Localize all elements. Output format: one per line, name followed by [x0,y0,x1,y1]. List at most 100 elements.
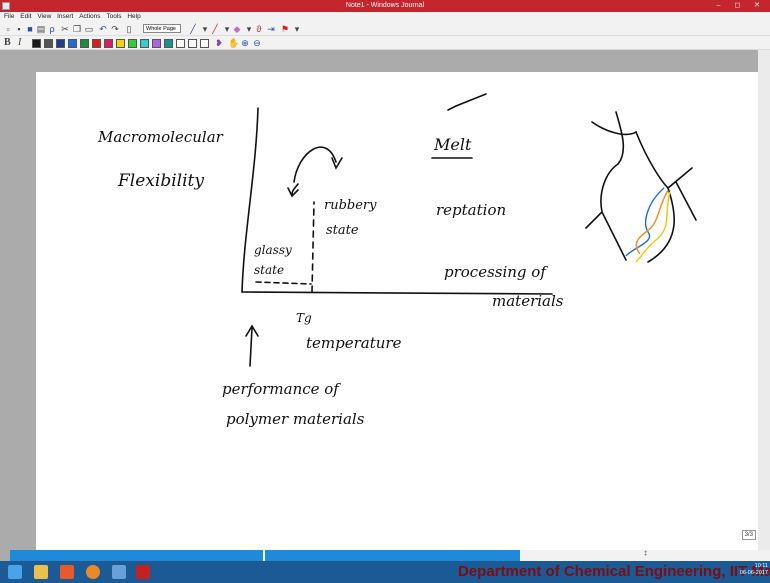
menu-insert[interactable]: Insert [57,13,73,20]
highlighter-yellow[interactable] [116,39,125,48]
chain-right-tail [675,181,697,221]
vertical-scrollbar[interactable] [758,50,770,550]
highlighter-green[interactable] [128,39,137,48]
clock-time: 10:11 [754,563,768,569]
flag-icon[interactable]: ⚑ [280,24,290,34]
print-icon[interactable]: ▤ [36,24,46,34]
save-icon[interactable]: ■ [25,24,35,34]
handwriting-canvas: Macromolecular Flexibility glassy state … [97,93,697,428]
flag-dropdown-icon[interactable]: ▾ [292,24,302,34]
transition-arrow-right [293,146,343,183]
open-icon[interactable]: ▪ [14,24,24,34]
journal-task-icon[interactable] [112,565,126,579]
format-toolbar: B I ❥ ✋ ⊕ ⊖ [0,36,770,50]
system-clock: 10:11 06-06-2017 [740,563,768,577]
menu-view[interactable]: View [37,13,51,20]
note-performance: performance of [222,380,341,398]
highlighter-icon[interactable]: ╱ [210,24,220,34]
cut-icon[interactable]: ✂ [60,24,70,34]
highlighter-dropdown-icon[interactable]: ▾ [222,24,232,34]
pen-color-blue[interactable] [68,39,77,48]
page-indicator: 3/3 [741,530,756,540]
reptation-tube-curves [625,187,671,263]
redo-icon[interactable]: ↷ [110,24,120,34]
page-tab-bar[interactable] [10,550,520,561]
glassy-underline [255,281,312,285]
tg-dashed-line [311,201,315,293]
firefox-icon[interactable] [86,565,100,579]
window-title: Note1 - Windows Journal [345,2,425,9]
transition-arrow-left [287,183,299,198]
menu-help[interactable]: Help [127,13,140,20]
pen-dropdown-icon[interactable]: ▾ [200,24,210,34]
page-tab-divider [263,550,265,561]
note-reptation: reptation [436,201,506,219]
pan-hand-icon[interactable]: ✋ [228,38,239,48]
highlighter-violet[interactable] [152,39,161,48]
pen-color-pink[interactable] [104,39,113,48]
eraser-dropdown-icon[interactable]: ▾ [244,24,254,34]
note-glassy: glassy [254,243,292,257]
ink-settings-icon[interactable]: ❥ [214,38,224,48]
search-icon[interactable]: ρ [47,24,57,34]
pen-color-red[interactable] [92,39,101,48]
undo-icon[interactable]: ↶ [98,24,108,34]
yellow-chain [635,191,671,263]
performance-arrow [245,324,259,367]
menu-bar: File Edit View Insert Actions Tools Help [0,12,770,22]
start-icon[interactable] [8,565,22,579]
highlighter-turquoise[interactable] [140,39,149,48]
title-bar: Note1 - Windows Journal – ◻ ✕ [0,0,770,12]
standard-toolbar: ▫ ▪ ■ ▤ ρ ✂ ❐ ▭ ↶ ↷ ▯ Whole Page ╱ ▾ ╱ ▾… [0,22,770,36]
insert-space-icon[interactable]: ⇥ [266,24,276,34]
acrobat-icon[interactable] [136,565,150,579]
horizontal-scroll-area[interactable]: ‡ [520,550,770,561]
menu-edit[interactable]: Edit [20,13,31,20]
paste-icon[interactable]: ▭ [84,24,94,34]
zoom-dropdown[interactable]: Whole Page [143,24,181,33]
eraser-icon[interactable]: ◆ [232,24,242,34]
chain-top [591,111,637,165]
new-note-icon[interactable]: ▫ [3,24,13,34]
pen-width-medium[interactable] [188,39,197,48]
zoom-out-icon[interactable]: ⊖ [252,38,262,48]
zoom-in-icon[interactable]: ⊕ [240,38,250,48]
chain-left [585,163,627,261]
pen-color-black[interactable] [32,39,41,48]
center-mark: ‡ [644,551,648,557]
page-view-icon[interactable]: ▯ [124,24,134,34]
bold-icon[interactable]: B [4,37,11,48]
pen-width-thick[interactable] [200,39,209,48]
pen-color-teal[interactable] [164,39,173,48]
note-macromolecular: Macromolecular [97,128,224,146]
note-rubbery-state: state [326,223,359,238]
blue-chain [625,187,665,257]
menu-actions[interactable]: Actions [79,13,100,20]
menu-tools[interactable]: Tools [106,13,121,20]
pen-icon[interactable]: ╱ [188,24,198,34]
pen-color-navy[interactable] [56,39,65,48]
note-temperature: temperature [306,334,402,352]
matlab-icon[interactable] [60,565,74,579]
pen-color-gray[interactable] [44,39,53,48]
note-melt: Melt [433,135,472,154]
note-glassy-state: state [254,263,284,277]
taskbar: Department of Chemical Engineering, IIT … [0,561,770,583]
note-materials: materials [492,292,564,310]
clock-date: 06-06-2017 [739,570,768,576]
pen-width-thin[interactable] [176,39,185,48]
lasso-icon[interactable]: ϑ [254,24,264,34]
note-processing: processing of [444,263,548,281]
menu-file[interactable]: File [4,13,14,20]
note-polymer-materials: polymer materials [226,410,365,428]
file-explorer-icon[interactable] [34,565,48,579]
note-flexibility: Flexibility [117,171,204,191]
note-tg: Tg [296,311,312,325]
melt-check-mark [447,93,487,111]
pen-color-green[interactable] [80,39,89,48]
italic-icon[interactable]: I [18,37,21,48]
footer-institution: Department of Chemical Engineering, IIT … [458,563,770,580]
copy-icon[interactable]: ❐ [72,24,82,34]
window-controls[interactable]: – ◻ ✕ [717,0,766,12]
note-page[interactable]: Macromolecular Flexibility glassy state … [36,72,758,550]
